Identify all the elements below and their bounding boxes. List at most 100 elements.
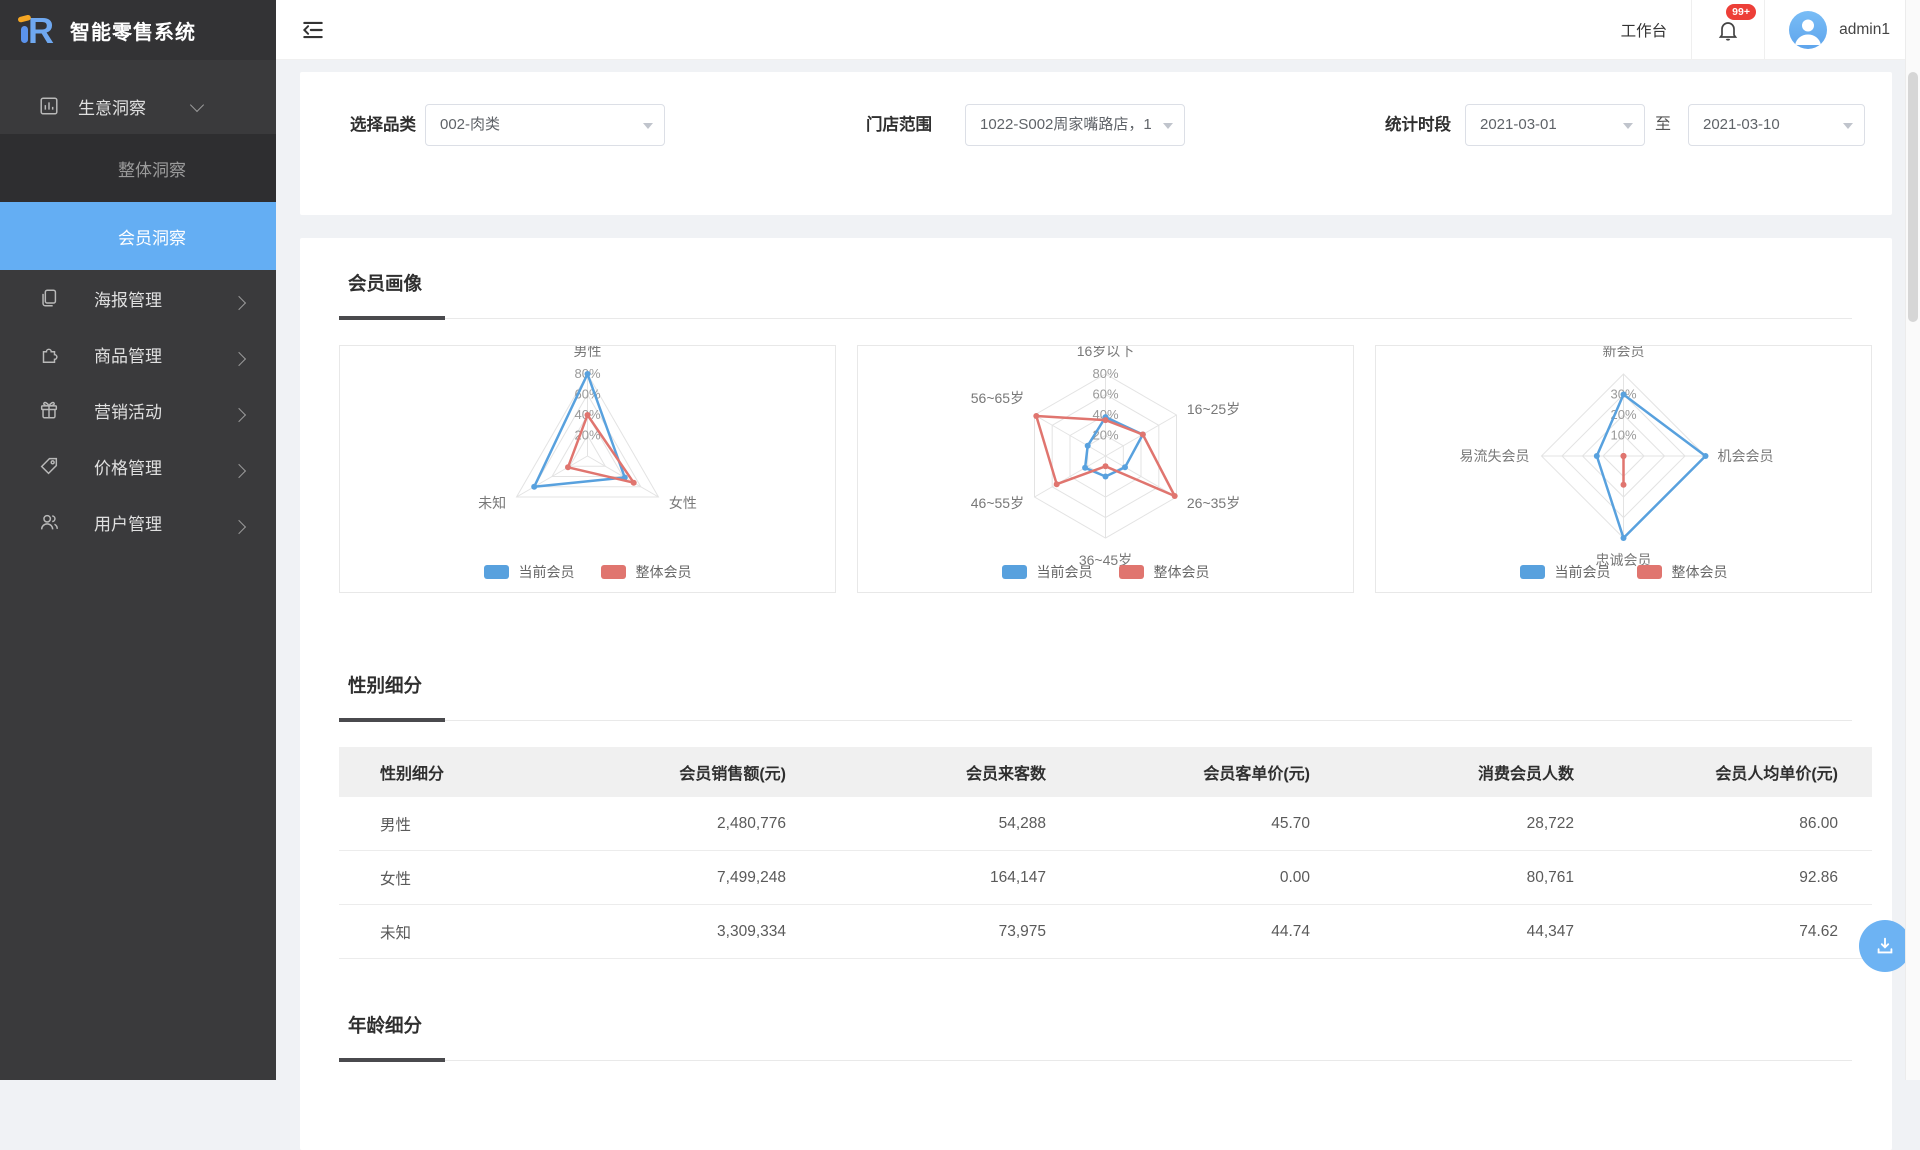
legend-swatch xyxy=(1520,565,1545,579)
avatar[interactable] xyxy=(1789,11,1827,49)
legend-item[interactable]: 整体会员 xyxy=(1119,562,1210,582)
table-cell: 2,480,776 xyxy=(524,797,787,851)
chevron-down-icon xyxy=(1843,123,1853,129)
sidebar-menu: 生意洞察 整体洞察 会员洞察 海报管理 xyxy=(0,78,276,550)
section-title: 会员画像 xyxy=(348,270,422,296)
period-to-word: 至 xyxy=(1655,104,1671,146)
store-select-value: 1022-S002周家嘴路店，1 xyxy=(980,116,1152,133)
username-label[interactable]: admin1 xyxy=(1839,21,1890,39)
radar-chart-age: 20%40%60%80%16岁以下16~25岁26~35岁36~45岁46~55… xyxy=(857,345,1354,593)
workbench-link[interactable]: 工作台 xyxy=(1621,19,1668,41)
user-section: admin1 xyxy=(1764,0,1920,59)
period-start-select[interactable]: 2021-03-01 xyxy=(1465,104,1645,146)
sidebar-subitem-label: 会员洞察 xyxy=(118,224,186,249)
table-cell: 28,722 xyxy=(1311,797,1575,851)
sidebar-item-member-insight[interactable]: 会员洞察 xyxy=(0,202,276,270)
svg-text:机会会员: 机会会员 xyxy=(1718,448,1774,464)
sidebar-item-label: 用户管理 xyxy=(94,510,162,535)
top-bar: 工作台 99+ admin1 xyxy=(276,0,1920,60)
export-download-button[interactable] xyxy=(1859,920,1911,972)
sidebar-item-overall-insight[interactable]: 整体洞察 xyxy=(0,134,276,202)
svg-text:R: R xyxy=(28,10,54,51)
legend-label: 当前会员 xyxy=(519,562,575,582)
sidebar-collapse-button[interactable] xyxy=(300,17,326,43)
chevron-down-icon xyxy=(643,123,653,129)
notification-section: 99+ xyxy=(1691,0,1764,59)
table-cell: 44.74 xyxy=(1047,905,1311,959)
table-cell: 164,147 xyxy=(787,851,1047,905)
chevron-right-icon xyxy=(232,464,246,478)
legend-label: 整体会员 xyxy=(1154,562,1210,582)
content-card: 会员画像 20%40%60%80%男性女性未知当前会员整体会员 20%40%60… xyxy=(300,238,1892,1150)
section-header-age-detail: 年龄细分 xyxy=(339,1006,1852,1061)
period-filter-label: 统计时段 xyxy=(1385,104,1451,146)
table-row: 女性7,499,248164,1470.0080,76192.86 xyxy=(339,851,1872,905)
top-right-cluster: 工作台 99+ admin1 xyxy=(1597,0,1920,59)
section-header-gender-detail: 性别细分 xyxy=(339,666,1852,721)
sidebar-item-label: 营销活动 xyxy=(94,398,162,423)
chart-legend: 当前会员 整体会员 xyxy=(1376,562,1871,582)
sidebar-item-label: 生意洞察 xyxy=(78,94,146,119)
legend-swatch xyxy=(601,565,626,579)
legend-swatch xyxy=(1637,565,1662,579)
sidebar-submenu: 整体洞察 会员洞察 xyxy=(0,134,276,270)
sidebar-item-price-management[interactable]: 价格管理 xyxy=(0,438,276,494)
legend-item[interactable]: 当前会员 xyxy=(484,562,575,582)
table-row: 男性2,480,77654,28845.7028,72286.00 xyxy=(339,797,1872,851)
svg-text:26~35岁: 26~35岁 xyxy=(1187,495,1240,511)
store-select[interactable]: 1022-S002周家嘴路店，1 xyxy=(965,104,1185,146)
category-filter-label: 选择品类 xyxy=(350,104,416,146)
svg-text:56~65岁: 56~65岁 xyxy=(971,390,1024,406)
section-active-bar xyxy=(339,316,445,320)
filter-card: 选择品类 002-肉类 门店范围 1022-S002周家嘴路店，1 统计时段 2… xyxy=(300,72,1892,215)
radar-chart-member-type: 10%20%30%新会员机会会员忠诚会员易流失会员当前会员整体会员 xyxy=(1375,345,1872,593)
price-tag-icon xyxy=(38,455,60,477)
sidebar: R 智能零售系统 生意洞察 整体洞察 会员洞察 xyxy=(0,0,276,1080)
period-end-select[interactable]: 2021-03-10 xyxy=(1688,104,1865,146)
sidebar-subitem-label: 整体洞察 xyxy=(118,156,186,181)
goods-puzzle-icon xyxy=(38,343,60,365)
workbench-section: 工作台 xyxy=(1597,0,1692,59)
bell-icon xyxy=(1716,18,1740,42)
table-cell: 86.00 xyxy=(1575,797,1872,851)
store-filter-label: 门店范围 xyxy=(866,104,932,146)
category-select[interactable]: 002-肉类 xyxy=(425,104,665,146)
section-title: 性别细分 xyxy=(348,672,422,698)
section-title: 年龄细分 xyxy=(348,1012,422,1038)
table-header: 性别细分会员销售额(元)会员来客数会员客单价(元)消费会员人数会员人均单价(元) xyxy=(339,747,1872,797)
table-cell: 45.70 xyxy=(1047,797,1311,851)
svg-text:10%: 10% xyxy=(1610,428,1636,443)
sidebar-item-poster-management[interactable]: 海报管理 xyxy=(0,270,276,326)
notification-badge: 99+ xyxy=(1726,4,1756,20)
radar-chart-gender: 20%40%60%80%男性女性未知当前会员整体会员 xyxy=(339,345,836,593)
svg-text:未知: 未知 xyxy=(478,495,506,511)
sidebar-item-user-management[interactable]: 用户管理 xyxy=(0,494,276,550)
legend-swatch xyxy=(484,565,509,579)
legend-item[interactable]: 当前会员 xyxy=(1520,562,1611,582)
scrollbar-track[interactable] xyxy=(1905,0,1920,1080)
legend-label: 整体会员 xyxy=(1672,562,1728,582)
chevron-down-icon xyxy=(190,98,204,112)
svg-text:80%: 80% xyxy=(1092,366,1118,381)
app-title: 智能零售系统 xyxy=(70,16,196,45)
svg-text:60%: 60% xyxy=(1092,387,1118,402)
chevron-right-icon xyxy=(232,352,246,366)
download-icon xyxy=(1874,935,1896,957)
legend-item[interactable]: 整体会员 xyxy=(1637,562,1728,582)
users-icon xyxy=(38,511,60,533)
svg-text:男性: 男性 xyxy=(574,346,602,359)
legend-item[interactable]: 当前会员 xyxy=(1002,562,1093,582)
table-cell: 74.62 xyxy=(1575,905,1872,959)
table-cell: 44,347 xyxy=(1311,905,1575,959)
table-body: 男性2,480,77654,28845.7028,72286.00女性7,499… xyxy=(339,797,1872,959)
legend-item[interactable]: 整体会员 xyxy=(601,562,692,582)
sidebar-item-marketing-campaign[interactable]: 营销活动 xyxy=(0,382,276,438)
table-cell: 54,288 xyxy=(787,797,1047,851)
legend-label: 当前会员 xyxy=(1037,562,1093,582)
notification-bell-button[interactable]: 99+ xyxy=(1716,18,1740,42)
sidebar-item-business-insight[interactable]: 生意洞察 xyxy=(0,78,276,134)
sidebar-item-goods-management[interactable]: 商品管理 xyxy=(0,326,276,382)
scrollbar-thumb[interactable] xyxy=(1908,72,1918,322)
campaign-gift-icon xyxy=(38,399,60,421)
category-select-value: 002-肉类 xyxy=(440,116,500,133)
